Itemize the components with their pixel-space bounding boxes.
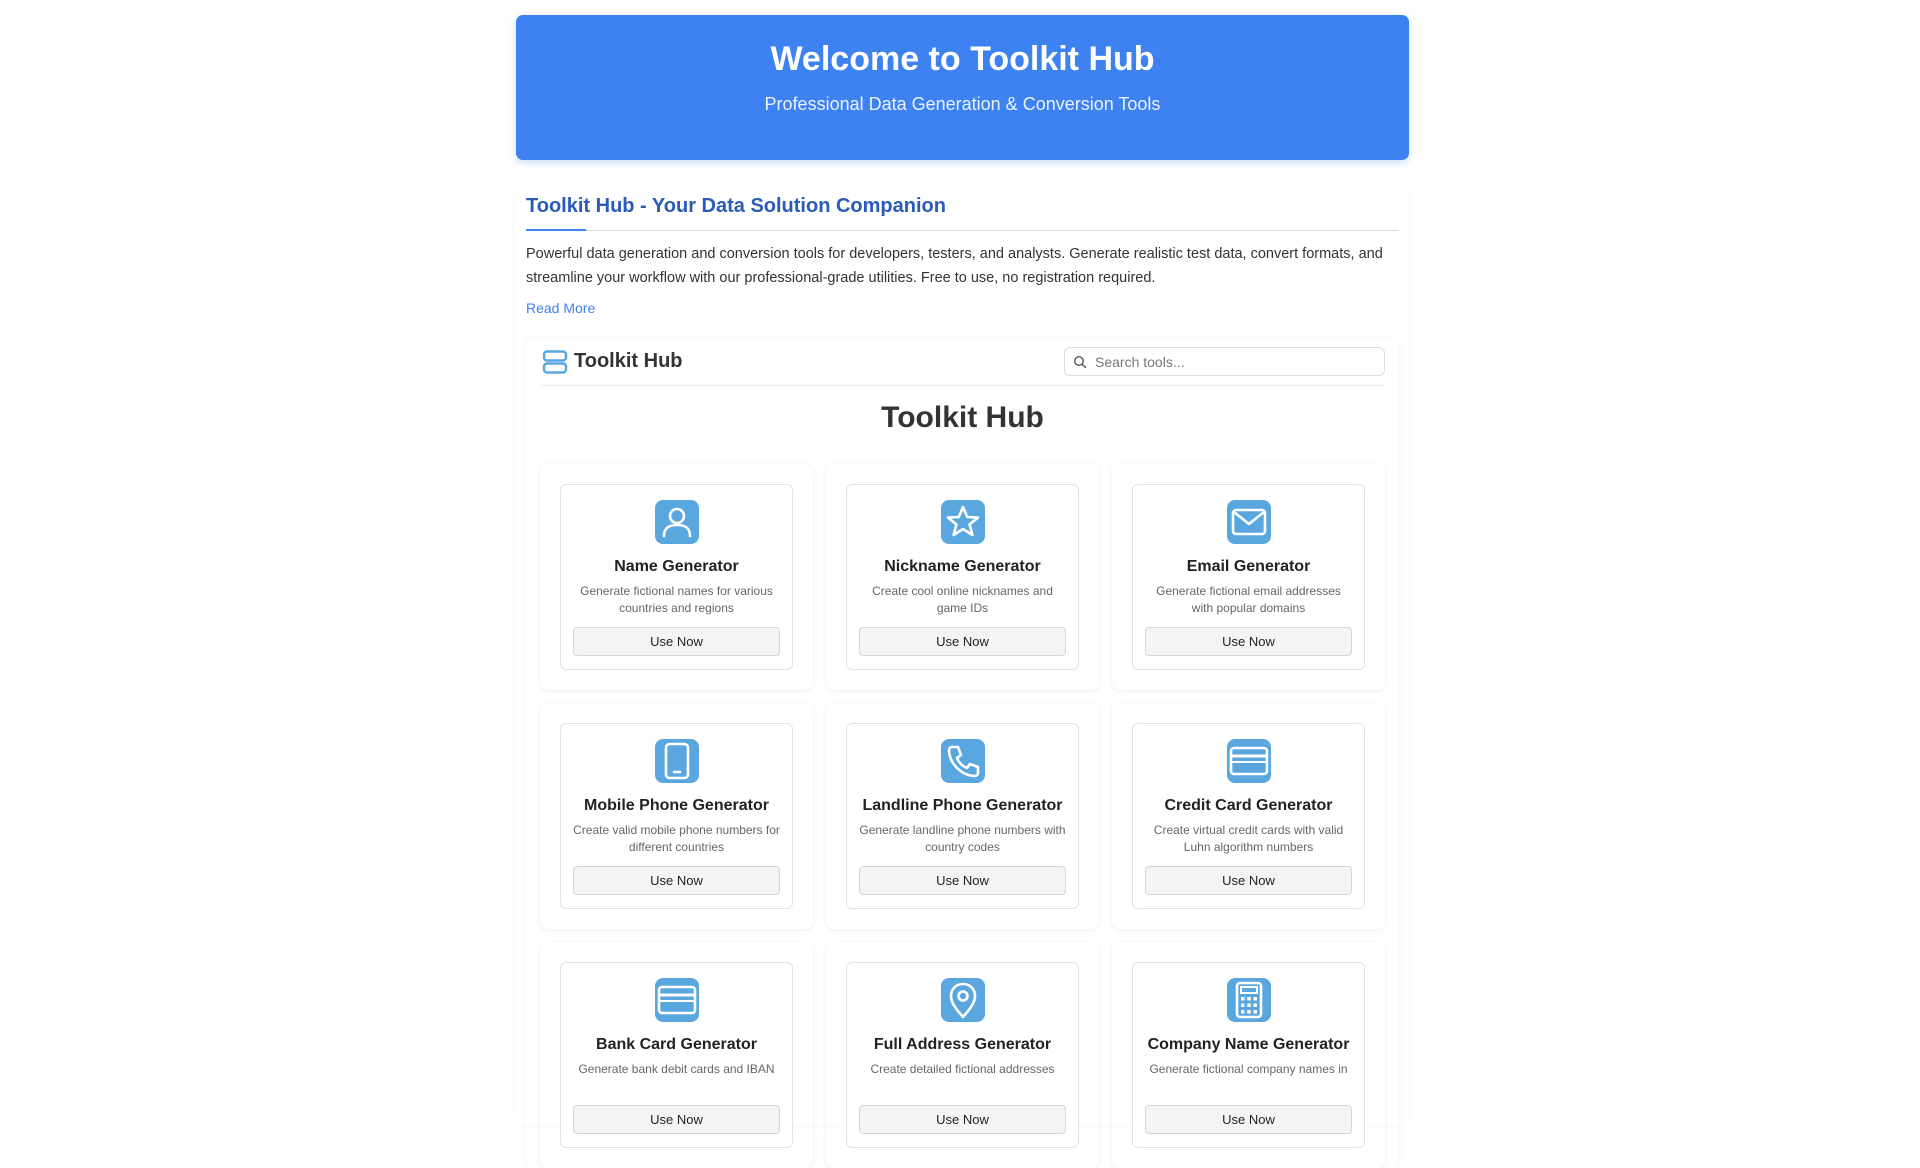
tool-cell: Landline Phone Generator Generate landli…	[826, 703, 1099, 929]
hero-title: Welcome to Toolkit Hub	[770, 40, 1155, 78]
tool-card-nickname-generator[interactable]: Nickname Generator Create cool online ni…	[846, 484, 1079, 670]
use-now-button[interactable]: Use Now	[1145, 627, 1352, 656]
user-icon	[654, 500, 699, 544]
tool-card-bank-card-generator[interactable]: Bank Card Generator Generate bank debit …	[560, 962, 793, 1148]
tool-description: Generate fictional company names in	[1149, 1062, 1348, 1076]
tool-title: Mobile Phone Generator	[584, 797, 769, 814]
search-input[interactable]	[1095, 353, 1365, 370]
hero-subtitle: Professional Data Generation & Conversio…	[764, 94, 1161, 114]
brand[interactable]: Toolkit Hub	[540, 349, 683, 375]
tool-description: Create valid mobile phone numbers for di…	[573, 823, 780, 854]
use-now-button[interactable]: Use Now	[859, 866, 1066, 895]
app-header: Toolkit Hub	[540, 338, 1385, 386]
tool-description: Generate fictional email addresses with …	[1156, 584, 1341, 615]
tool-description: Generate fictional names for various cou…	[580, 584, 773, 615]
search-icon	[1073, 355, 1087, 368]
tool-description: Create virtual credit cards with valid L…	[1153, 823, 1344, 854]
tool-description: Create detailed fictional addresses	[870, 1062, 1055, 1076]
brand-name: Toolkit Hub	[574, 350, 683, 372]
tool-cell: Name Generator Generate fictional names …	[540, 464, 813, 690]
app-panel: Toolkit Hub Toolkit Hub	[526, 338, 1399, 1168]
hero-banner: Welcome to Toolkit Hub Professional Data…	[516, 15, 1409, 160]
use-now-button[interactable]: Use Now	[573, 866, 780, 895]
tool-title: Nickname Generator	[884, 558, 1041, 575]
tool-cell: Company Name Generator Generate fictiona…	[1112, 942, 1385, 1168]
phone-icon	[940, 739, 985, 783]
tool-card-mobile-phone-generator[interactable]: Mobile Phone Generator Create valid mobi…	[560, 723, 793, 909]
tool-cell: Nickname Generator Create cool online ni…	[826, 464, 1099, 690]
tool-title: Full Address Generator	[873, 1036, 1052, 1053]
tool-cell: Bank Card Generator Generate bank debit …	[540, 942, 813, 1168]
page: Welcome to Toolkit Hub Professional Data…	[516, 15, 1409, 1148]
use-now-button[interactable]: Use Now	[1145, 866, 1352, 895]
use-now-button[interactable]: Use Now	[573, 627, 780, 656]
tool-description: Create cool online nicknames and game ID…	[872, 584, 1053, 615]
tool-card-landline-phone-generator[interactable]: Landline Phone Generator Generate landli…	[846, 723, 1079, 909]
server-icon	[542, 349, 568, 374]
star-icon	[940, 500, 985, 544]
tool-title: Bank Card Generator	[596, 1036, 757, 1053]
tablet-icon	[654, 739, 699, 783]
tool-title: Email Generator	[1186, 558, 1311, 575]
search-box[interactable]	[1064, 347, 1385, 376]
read-more-link[interactable]: Read More	[526, 300, 595, 316]
tool-description: Generate landline phone numbers with cou…	[859, 823, 1066, 854]
tool-title: Company Name Generator	[1147, 1036, 1350, 1053]
credit-card-icon	[1226, 739, 1271, 783]
tool-title: Landline Phone Generator	[862, 797, 1063, 814]
intro-section: Toolkit Hub - Your Data Solution Compani…	[516, 190, 1409, 1148]
tool-title: Credit Card Generator	[1164, 797, 1333, 814]
intro-text: Powerful data generation and conversion …	[526, 246, 1383, 286]
intro-title: Toolkit Hub - Your Data Solution Compani…	[526, 194, 1399, 231]
use-now-button[interactable]: Use Now	[859, 627, 1066, 656]
app-title: Toolkit Hub	[881, 401, 1044, 434]
location-pin-icon	[940, 978, 985, 1022]
tool-card-full-address-generator[interactable]: Full Address Generator Create detailed f…	[846, 962, 1079, 1148]
tool-cell: Credit Card Generator Create virtual cre…	[1112, 703, 1385, 929]
tool-card-company-name-generator[interactable]: Company Name Generator Generate fictiona…	[1132, 962, 1365, 1148]
use-now-button[interactable]: Use Now	[1145, 1105, 1352, 1134]
tool-cell: Mobile Phone Generator Create valid mobi…	[540, 703, 813, 929]
envelope-icon	[1226, 500, 1271, 544]
use-now-button[interactable]: Use Now	[859, 1105, 1066, 1134]
tool-description: Generate bank debit cards and IBAN	[578, 1062, 775, 1076]
use-now-button[interactable]: Use Now	[573, 1105, 780, 1134]
calculator-icon	[1226, 978, 1271, 1022]
tool-title: Name Generator	[614, 558, 739, 575]
tool-card-email-generator[interactable]: Email Generator Generate fictional email…	[1132, 484, 1365, 670]
bank-card-icon	[654, 978, 699, 1022]
tool-cell: Email Generator Generate fictional email…	[1112, 464, 1385, 690]
tool-card-name-generator[interactable]: Name Generator Generate fictional names …	[560, 484, 793, 670]
tool-grid: Name Generator Generate fictional names …	[540, 464, 1385, 1168]
tool-card-credit-card-generator[interactable]: Credit Card Generator Create virtual cre…	[1132, 723, 1365, 909]
tool-cell: Full Address Generator Create detailed f…	[826, 942, 1099, 1168]
